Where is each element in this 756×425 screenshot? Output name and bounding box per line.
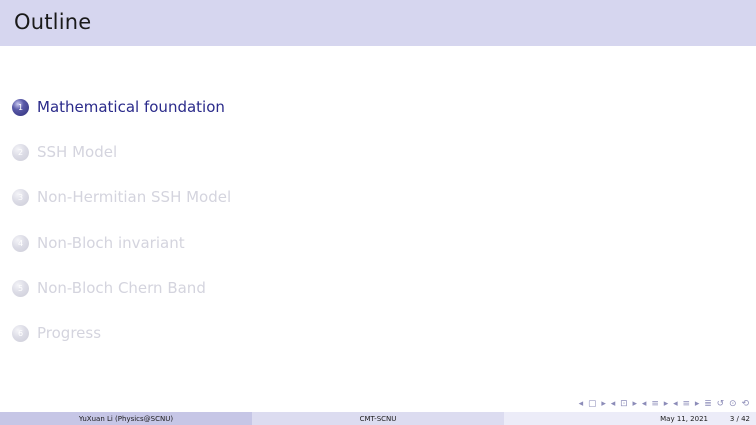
section-number-ball: 1: [12, 98, 29, 116]
outline-item-non-bloch-chern-band[interactable]: 5 Non-Bloch Chern Band: [12, 277, 206, 299]
section-number-ball: 5: [12, 279, 29, 297]
outline-item-progress[interactable]: 6 Progress: [12, 322, 101, 344]
outline-item-non-hermitian-ssh[interactable]: 3 Non-Hermitian SSH Model: [12, 186, 231, 208]
outline-item-label: Mathematical foundation: [37, 98, 225, 116]
section-number-ball: 3: [12, 188, 29, 206]
slide-title: Outline: [14, 10, 92, 34]
section-number-ball: 4: [12, 234, 29, 252]
footer-date-section: May 11, 2021 3 / 42: [504, 412, 756, 425]
section-number-ball: 6: [12, 324, 29, 342]
footer-institute: CMT-SCNU: [359, 414, 397, 423]
footer-author: YuXuan Li (Physics@SCNU): [78, 414, 174, 423]
footer-institute-section: CMT-SCNU: [252, 412, 504, 425]
section-number-ball: 2: [12, 143, 29, 161]
outline-item-non-bloch-invariant[interactable]: 4 Non-Bloch invariant: [12, 232, 185, 254]
outline-item-label: Progress: [37, 324, 102, 342]
outline-item-label: Non-Bloch invariant: [37, 234, 185, 252]
footer-date: May 11, 2021: [660, 414, 708, 423]
outline-item-label: Non-Bloch Chern Band: [37, 279, 206, 297]
outline-item-label: Non-Hermitian SSH Model: [37, 188, 232, 206]
beamer-navigation-icons[interactable]: ◂ ▢ ▸ ◂ ⊡ ▸ ◂ ≡ ▸ ◂ ≡ ▸ ≣ ↺ ⊙ ⟲: [579, 399, 750, 409]
title-bar: Outline: [0, 0, 756, 46]
footer-bar: YuXuan Li (Physics@SCNU) CMT-SCNU May 11…: [0, 412, 756, 425]
outline-item-label: SSH Model: [37, 143, 118, 161]
outline-item-mathematical-foundation[interactable]: 1 Mathematical foundation: [12, 96, 225, 118]
footer-page-number: 3 / 42: [729, 414, 750, 423]
outline-item-ssh-model[interactable]: 2 SSH Model: [12, 141, 117, 163]
footer-author-section: YuXuan Li (Physics@SCNU): [0, 412, 252, 425]
